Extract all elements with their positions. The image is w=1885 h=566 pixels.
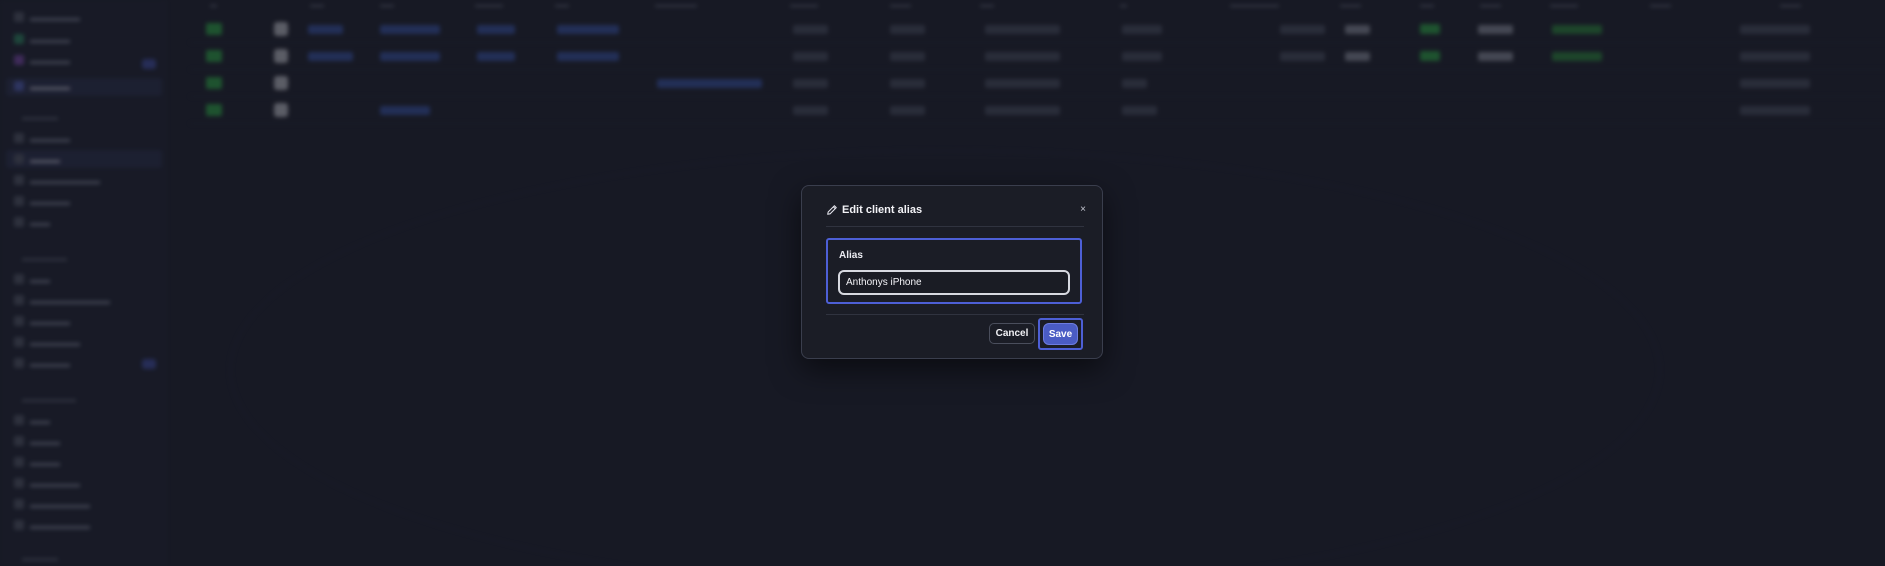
close-icon[interactable]: ×: [1080, 203, 1086, 217]
app-window: ▬▬▬▬▬ ▬▬▬▬ ▬▬▬▬ ▬▬▬▬ ▬▬▬▬ ▬▬▬▬ ▬▬▬ ▬▬▬▬▬…: [0, 0, 1885, 566]
alias-field-group: Alias: [826, 238, 1082, 304]
dialog-title: Edit client alias: [842, 204, 923, 216]
save-button-focus-ring: Save: [1038, 318, 1083, 350]
dialog-header: Edit client alias ×: [826, 202, 1086, 218]
cancel-button[interactable]: Cancel: [989, 323, 1035, 344]
alias-label: Alias: [839, 250, 863, 261]
pencil-icon: [827, 205, 837, 215]
footer-divider: [826, 314, 1084, 315]
edit-alias-dialog: Edit client alias × Alias Cancel Save: [801, 185, 1103, 359]
header-divider: [826, 226, 1084, 227]
save-button[interactable]: Save: [1043, 323, 1078, 345]
alias-input[interactable]: [838, 270, 1070, 295]
